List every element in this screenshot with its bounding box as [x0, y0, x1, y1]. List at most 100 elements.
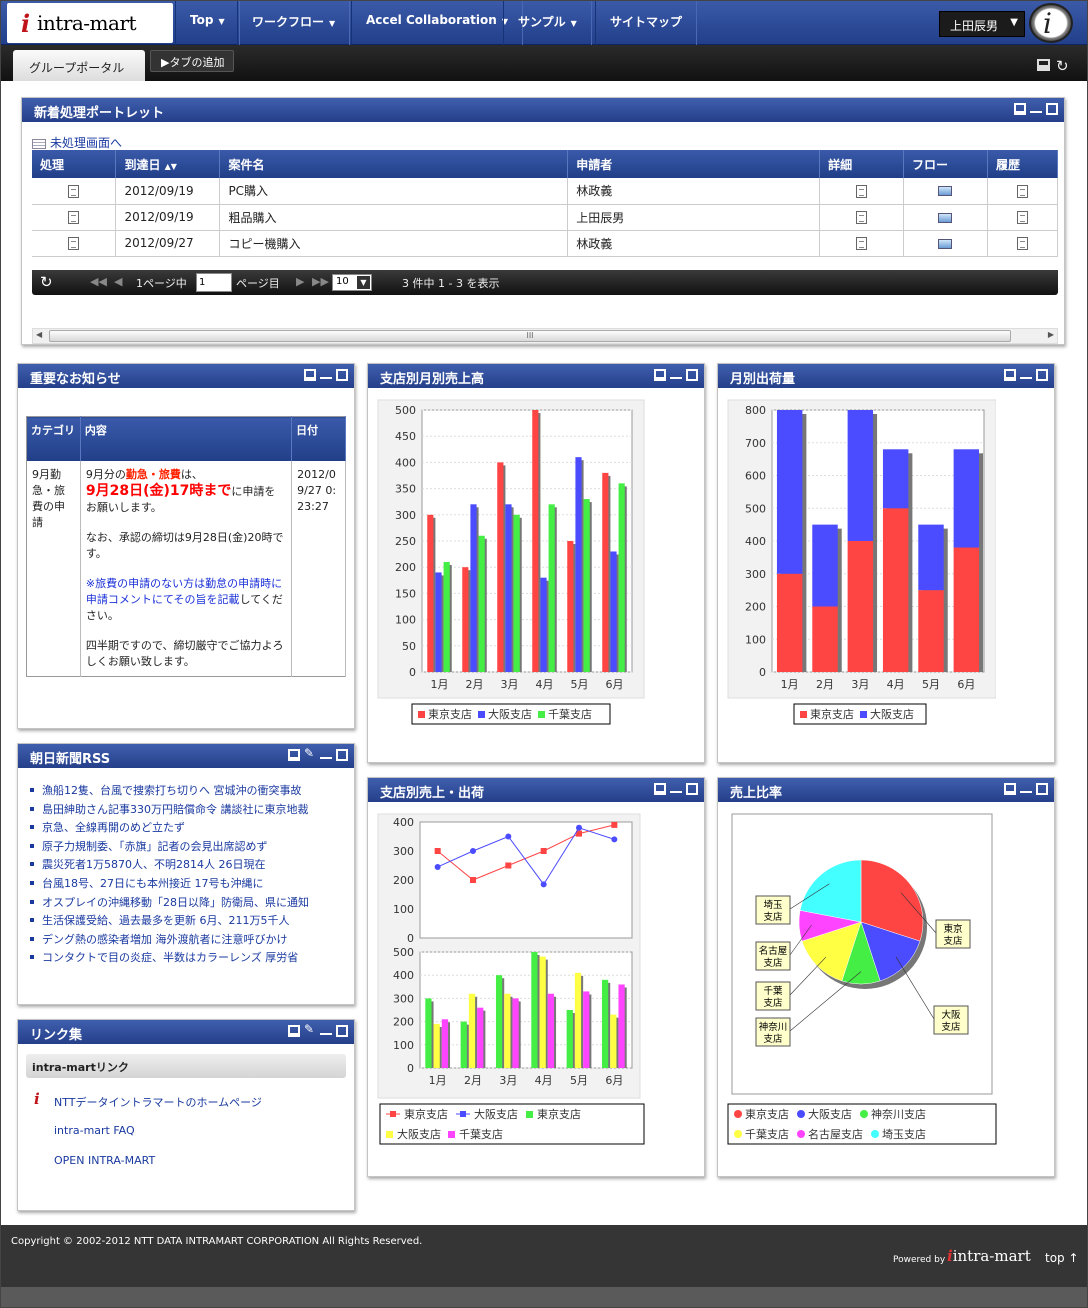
maximize-icon[interactable]	[686, 783, 698, 795]
display-icon[interactable]	[654, 783, 666, 795]
rss-item[interactable]: 京急、全線再開のめど立たず	[30, 819, 185, 835]
flow-icon[interactable]	[938, 238, 953, 249]
process-cell[interactable]	[32, 230, 117, 257]
scroll-left-icon[interactable]: ◀	[36, 330, 42, 339]
edit-icon[interactable]: ✎	[304, 1023, 316, 1035]
history-icon[interactable]	[1016, 237, 1028, 250]
flow-cell[interactable]	[903, 178, 988, 205]
x-tick-label: 1月	[781, 678, 799, 691]
refresh-icon[interactable]: ↻	[1056, 57, 1069, 75]
rss-item[interactable]: コンタクトで目の炎症、半数はカラーレンズ 厚労省	[30, 949, 298, 965]
pie-label: 支店	[763, 911, 782, 923]
minimize-icon[interactable]	[670, 781, 682, 793]
horizontal-scrollbar[interactable]: ◀ III ▶	[32, 328, 1058, 344]
minimize-icon[interactable]	[320, 367, 332, 379]
history-cell[interactable]	[987, 204, 1059, 231]
history-icon[interactable]	[1016, 211, 1028, 224]
display-icon[interactable]	[1014, 103, 1026, 115]
rss-item[interactable]: 漁船12隻、台風で捜索打ち切りへ 宮城沖の衝突事故	[30, 782, 302, 798]
link-item[interactable]: NTTデータイントラマートのホームページ	[54, 1094, 262, 1110]
detail-icon[interactable]	[856, 211, 868, 224]
process-cell[interactable]	[32, 204, 117, 231]
link-item[interactable]: intra-mart FAQ	[54, 1124, 135, 1137]
rss-item[interactable]: 島田紳助さん記事330万円賠償命令 講談社に東京地裁	[30, 801, 309, 817]
legend-label: 千葉支店	[548, 707, 592, 721]
prev-page-icon[interactable]: ◀	[114, 275, 122, 288]
nav-top[interactable]: Top ▼	[175, 1, 240, 45]
minimize-icon[interactable]	[1030, 101, 1042, 113]
maximize-icon[interactable]	[1036, 369, 1048, 381]
user-avatar[interactable]: i	[1029, 3, 1073, 43]
history-cell[interactable]	[987, 230, 1059, 257]
process-cell[interactable]	[32, 178, 117, 205]
detail-cell[interactable]	[819, 178, 905, 205]
last-page-icon[interactable]: ▶▶	[312, 275, 329, 288]
nav-sitemap[interactable]: サイトマップ	[595, 1, 698, 45]
nav-workflow[interactable]: ワークフロー ▼	[237, 1, 351, 45]
process-icon[interactable]	[68, 237, 80, 250]
bar	[462, 567, 469, 672]
rss-item[interactable]: 台風18号、27日にも本州接近 17号も沖縄に	[30, 875, 264, 891]
back-to-top-link[interactable]: top ↑	[1045, 1251, 1079, 1265]
add-tab-button[interactable]: ▶タブの追加	[150, 50, 234, 72]
history-cell[interactable]	[987, 178, 1059, 205]
table-row[interactable]: 2012/09/19 PC購入 林政義	[32, 178, 1059, 205]
maximize-icon[interactable]	[336, 369, 348, 381]
maximize-icon[interactable]	[1036, 783, 1048, 795]
scroll-right-icon[interactable]: ▶	[1048, 330, 1054, 339]
page-input[interactable]	[196, 273, 232, 292]
y-tick-label: 200	[395, 561, 416, 574]
display-icon[interactable]	[654, 369, 666, 381]
per-page-select[interactable]: 10 ▼	[332, 274, 372, 291]
user-menu[interactable]: 上田辰男 ▼	[939, 11, 1025, 37]
col-date[interactable]: 到達日 ▲▼	[115, 150, 221, 178]
maximize-icon[interactable]	[686, 369, 698, 381]
minimize-icon[interactable]	[320, 747, 332, 759]
refresh-icon[interactable]: ↻	[40, 273, 53, 291]
flow-cell[interactable]	[903, 230, 988, 257]
intra-mart-logo[interactable]: i intra-mart	[7, 3, 173, 43]
next-page-icon[interactable]: ▶	[296, 275, 304, 288]
maximize-icon[interactable]	[336, 1025, 348, 1037]
table-row[interactable]: 2012/09/27 コピー機購入 林政義	[32, 230, 1059, 257]
scroll-thumb[interactable]: III	[49, 330, 1011, 342]
display-icon[interactable]	[288, 749, 300, 761]
link-item[interactable]: OPEN INTRA-MART	[54, 1154, 155, 1167]
display-icon[interactable]	[288, 1025, 300, 1037]
flow-icon[interactable]	[938, 212, 953, 223]
legend-label: 神奈川支店	[871, 1107, 926, 1121]
process-icon[interactable]	[68, 184, 80, 198]
detail-icon[interactable]	[856, 184, 868, 198]
rss-item[interactable]: 生活保護受給、過去最多を更新 6月、211万5千人	[30, 912, 290, 928]
flow-cell[interactable]	[903, 204, 988, 231]
pending-link[interactable]: 未処理画面へ	[32, 134, 122, 151]
minimize-icon[interactable]	[670, 367, 682, 379]
process-icon[interactable]	[68, 211, 80, 224]
rss-item[interactable]: デング熱の感染者増加 海外渡航者に注意呼びかけ	[30, 931, 288, 947]
minimize-icon[interactable]	[320, 1023, 332, 1035]
first-page-icon[interactable]: ◀◀	[90, 275, 107, 288]
edit-icon[interactable]: ✎	[304, 747, 316, 759]
layout-icon[interactable]	[1037, 59, 1050, 71]
table-row[interactable]: 2012/09/19 粗品購入 上田辰男	[32, 204, 1059, 231]
detail-cell[interactable]	[819, 230, 905, 257]
minimize-icon[interactable]	[1020, 367, 1032, 379]
nav-sample[interactable]: サンプル ▼	[503, 1, 592, 45]
display-icon[interactable]	[1004, 783, 1016, 795]
bar	[575, 457, 582, 672]
maximize-icon[interactable]	[1046, 103, 1058, 115]
minimize-icon[interactable]	[1020, 781, 1032, 793]
tab-group-portal[interactable]: グループポータル	[13, 50, 145, 81]
display-icon[interactable]	[1004, 369, 1016, 381]
detail-icon[interactable]	[856, 237, 868, 250]
detail-cell[interactable]	[819, 204, 905, 231]
y-tick-label: 400	[393, 969, 414, 982]
rss-item[interactable]: オスプレイの沖縄移動「28日以降」防衛局、県に通知	[30, 894, 309, 910]
history-icon[interactable]	[1016, 184, 1028, 198]
nav-accel-collaboration[interactable]: Accel Collaboration ▼	[351, 1, 523, 45]
display-icon[interactable]	[304, 369, 316, 381]
rss-item[interactable]: 震災死者1万5870人、不明2814人 26日現在	[30, 856, 265, 872]
flow-icon[interactable]	[938, 186, 953, 197]
maximize-icon[interactable]	[336, 749, 348, 761]
rss-item[interactable]: 原子力規制委、「赤旗」記者の会見出席認めず	[30, 838, 268, 854]
